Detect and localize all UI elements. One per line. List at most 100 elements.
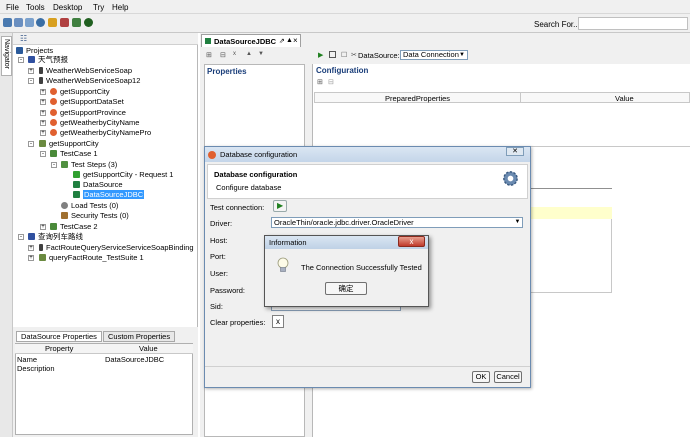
menu-help[interactable]: Help bbox=[112, 3, 128, 12]
expand-icon[interactable]: + bbox=[40, 89, 46, 95]
move-down-icon[interactable]: ▼ bbox=[258, 51, 264, 57]
new-project-icon[interactable] bbox=[3, 18, 12, 27]
tree-item[interactable]: queryFactRoute_TestSuite 1 bbox=[39, 253, 144, 263]
tree-item[interactable]: getWeatherbyCityName bbox=[50, 118, 139, 128]
config-icon[interactable]: ✂ bbox=[351, 51, 357, 59]
test-connection-button[interactable]: ▶ bbox=[273, 200, 287, 212]
tree-item[interactable]: Security Tests (0) bbox=[61, 211, 129, 221]
datasource-toolbar: ▶ ☐ ✂ DataSource: Data Connection ▼ bbox=[312, 48, 690, 62]
add-property-icon[interactable]: ⊞ bbox=[317, 78, 323, 86]
tree-item-label: getWeatherbyCityName bbox=[60, 118, 140, 127]
collapse-icon[interactable]: - bbox=[28, 78, 34, 84]
search-input[interactable] bbox=[578, 17, 688, 30]
info-close-button[interactable]: x bbox=[398, 236, 425, 247]
move-up-icon[interactable]: ▲ bbox=[246, 51, 252, 57]
tree-item[interactable]: getSupportProvince bbox=[50, 108, 126, 118]
clear-properties-button[interactable]: x bbox=[272, 315, 284, 328]
collapse-icon[interactable]: - bbox=[28, 141, 34, 147]
import-icon[interactable] bbox=[14, 18, 23, 27]
expand-icon[interactable]: + bbox=[28, 68, 34, 74]
expand-icon[interactable]: + bbox=[28, 255, 34, 261]
config-table-header: PreparedProperties Value bbox=[314, 92, 690, 103]
prop-name-value[interactable]: DataSourceJDBC bbox=[105, 355, 164, 364]
menu-desktop[interactable]: Desktop bbox=[53, 3, 82, 12]
proxy-icon[interactable] bbox=[48, 18, 57, 27]
close-icon[interactable]: × bbox=[293, 36, 298, 45]
datasource-icon bbox=[205, 38, 211, 44]
tree-item[interactable]: WeatherWebServiceSoap12 bbox=[39, 76, 140, 86]
preferences-icon[interactable] bbox=[36, 18, 45, 27]
remove-icon[interactable]: ⊟ bbox=[220, 51, 226, 59]
tree-item[interactable]: getSupportCity - Request 1 bbox=[73, 170, 173, 180]
driver-select[interactable]: OracleThin/oracle.jdbc.driver.OracleDriv… bbox=[271, 217, 523, 228]
plugin-icon[interactable] bbox=[72, 18, 81, 27]
collapse-icon[interactable]: - bbox=[18, 234, 24, 240]
editor-tab[interactable]: DataSourceJDBC ⇗ ▲ × bbox=[201, 34, 301, 47]
menu-file[interactable]: File bbox=[6, 3, 19, 12]
dialog-header-panel: Database configuration Configure databas… bbox=[207, 164, 528, 199]
cancel-button[interactable]: Cancel bbox=[494, 371, 522, 383]
run-icon[interactable]: ▶ bbox=[318, 51, 323, 59]
tab-datasource-properties[interactable]: DataSource Properties bbox=[16, 331, 102, 342]
tree-item[interactable]: Load Tests (0) bbox=[61, 201, 118, 211]
expand-icon[interactable]: + bbox=[28, 245, 34, 251]
gear-icon bbox=[503, 171, 518, 186]
tree-item[interactable]: DataSource bbox=[73, 180, 123, 190]
tree-item[interactable]: getSupportCity bbox=[39, 139, 99, 149]
expand-icon[interactable]: + bbox=[40, 120, 46, 126]
tree-item-label: getSupportDataSet bbox=[60, 97, 124, 106]
property-grid-header: Property Value bbox=[15, 344, 193, 354]
chevron-down-icon[interactable]: ▼ bbox=[513, 218, 522, 227]
navigator-tab[interactable]: Navigator bbox=[1, 36, 12, 76]
datasource-icon bbox=[73, 181, 80, 188]
highlighted-row bbox=[530, 207, 612, 219]
collapse-icon[interactable]: - bbox=[51, 162, 57, 168]
info-ok-button[interactable]: 确定 bbox=[325, 282, 367, 295]
expand-icon[interactable]: + bbox=[40, 130, 46, 136]
menu-tools[interactable]: Tools bbox=[26, 3, 45, 12]
properties-header: Properties bbox=[207, 67, 247, 76]
expand-icon[interactable]: + bbox=[40, 110, 46, 116]
tree-item[interactable]: Test Steps (3) bbox=[61, 160, 117, 170]
column-divider bbox=[520, 93, 521, 102]
dialog-titlebar[interactable]: Database configuration bbox=[205, 147, 530, 162]
tree-item[interactable]: TestCase 2 bbox=[50, 222, 98, 232]
testcase-icon bbox=[50, 150, 57, 157]
collapse-icon[interactable]: - bbox=[18, 57, 24, 63]
tree-item[interactable]: FactRouteQueryServiceServiceSoapBinding bbox=[39, 243, 194, 253]
collapse-icon[interactable]: - bbox=[40, 151, 46, 157]
datasource-label: DataSource: bbox=[358, 51, 400, 60]
tree-item[interactable]: 天气预报 bbox=[28, 55, 68, 65]
expand-icon[interactable]: + bbox=[40, 99, 46, 105]
tree-item[interactable]: getSupportDataSet bbox=[50, 97, 124, 107]
tools-icon[interactable] bbox=[60, 18, 69, 27]
stop-icon[interactable] bbox=[329, 51, 336, 58]
datasource-select[interactable]: Data Connection ▼ bbox=[400, 50, 468, 60]
remove-property-icon[interactable]: ⊟ bbox=[328, 78, 334, 86]
tree-item-selected[interactable]: DataSourceJDBC bbox=[73, 190, 145, 200]
rename-icon[interactable]: x bbox=[233, 51, 236, 57]
options-icon[interactable]: ☐ bbox=[341, 51, 347, 59]
expand-icon[interactable]: + bbox=[40, 224, 46, 230]
minimize-icon[interactable]: ▲ bbox=[286, 37, 293, 44]
user-label: User: bbox=[210, 269, 228, 278]
tab-custom-properties[interactable]: Custom Properties bbox=[103, 331, 176, 342]
tree-item[interactable]: TestCase 1 bbox=[50, 149, 98, 159]
tree-item[interactable]: getSupportCity bbox=[50, 87, 110, 97]
ok-button[interactable]: OK bbox=[472, 371, 490, 383]
menu-try[interactable]: Try bbox=[93, 3, 104, 12]
power-icon[interactable] bbox=[84, 18, 93, 27]
collapse-all-icon[interactable]: ☷ bbox=[20, 34, 27, 43]
interface-icon bbox=[39, 77, 43, 84]
datasource-icon bbox=[73, 191, 80, 198]
add-icon[interactable]: ⊞ bbox=[206, 51, 212, 59]
tree-item[interactable]: 查询列车路线 bbox=[28, 232, 83, 242]
tree-item[interactable]: WeatherWebServiceSoap bbox=[39, 66, 132, 76]
editor-toolbar: ⊞ ⊟ x ▲ ▼ bbox=[200, 48, 310, 62]
tree-item-label: TestCase 2 bbox=[60, 222, 98, 231]
pin-icon[interactable]: ⇗ bbox=[279, 37, 285, 45]
dialog-close-button[interactable]: ✕ bbox=[506, 147, 524, 156]
save-icon[interactable] bbox=[25, 18, 34, 27]
tree-item[interactable]: getWeatherbyCityNamePro bbox=[50, 128, 151, 138]
interface-icon bbox=[39, 67, 43, 74]
